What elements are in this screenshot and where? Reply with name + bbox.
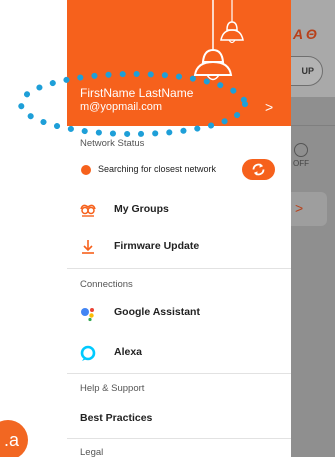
background-group-button: UP bbox=[291, 56, 323, 86]
background-divider bbox=[291, 125, 335, 126]
user-email: m@yopmail.com bbox=[80, 101, 163, 113]
menu-item-best-practices[interactable]: Best Practices bbox=[67, 404, 291, 434]
menu-label-google-assistant: Google Assistant bbox=[114, 306, 200, 318]
refresh-network-button[interactable] bbox=[242, 159, 275, 180]
user-name: FirstName LastName bbox=[80, 86, 194, 100]
profile-header[interactable]: FirstName LastName m@yopmail.com > bbox=[67, 0, 291, 126]
menu-label-best-practices: Best Practices bbox=[80, 412, 153, 424]
network-status-row: Searching for closest network bbox=[67, 158, 291, 182]
help-support-label: Help & Support bbox=[80, 383, 145, 394]
network-status-text: Searching for closest network bbox=[98, 164, 217, 174]
background-app-logo: A Θ bbox=[293, 26, 317, 42]
connections-label: Connections bbox=[80, 279, 133, 290]
menu-item-firmware-update[interactable]: Firmware Update bbox=[67, 232, 291, 262]
section-divider bbox=[67, 438, 291, 439]
pendant-lamp-icon bbox=[193, 0, 244, 81]
background-power-toggle: OFF bbox=[291, 143, 311, 173]
groups-icon bbox=[80, 204, 96, 217]
menu-item-google-assistant[interactable]: Google Assistant bbox=[67, 298, 291, 328]
power-icon bbox=[294, 143, 308, 157]
menu-label-alexa: Alexa bbox=[114, 346, 143, 358]
background-off-label: OFF bbox=[293, 159, 309, 168]
left-margin: .a bbox=[0, 0, 67, 457]
menu-label-my-groups: My Groups bbox=[114, 203, 169, 215]
download-icon bbox=[82, 240, 94, 254]
chevron-right-icon: > bbox=[295, 200, 304, 216]
background-card: > bbox=[291, 192, 327, 226]
profile-chevron-icon[interactable]: > bbox=[265, 99, 273, 115]
menu-item-my-groups[interactable]: My Groups bbox=[67, 195, 291, 225]
network-status-label: Network Status bbox=[80, 138, 145, 149]
status-dot-icon bbox=[81, 165, 91, 175]
menu-item-alexa[interactable]: Alexa bbox=[67, 338, 291, 368]
legal-label: Legal bbox=[80, 447, 104, 457]
refresh-icon bbox=[252, 163, 265, 176]
google-assistant-icon bbox=[81, 308, 94, 322]
background-app-overlay[interactable]: A Θ UP OFF > bbox=[291, 0, 335, 457]
step-marker-badge: .a bbox=[0, 420, 28, 457]
navigation-drawer: FirstName LastName m@yopmail.com > Netwo… bbox=[67, 0, 291, 457]
section-divider bbox=[67, 373, 291, 374]
alexa-icon bbox=[80, 345, 96, 361]
section-divider bbox=[67, 268, 291, 269]
menu-label-firmware-update: Firmware Update bbox=[114, 240, 200, 252]
